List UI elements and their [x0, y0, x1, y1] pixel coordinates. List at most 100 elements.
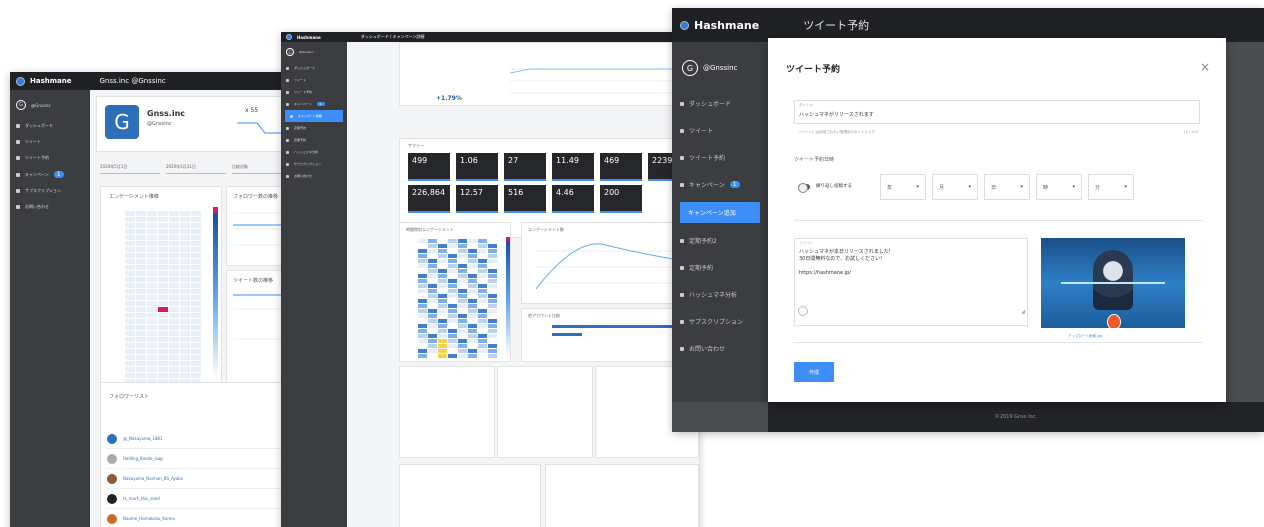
tweet-body-field[interactable]: ツイート ハッシュマネが本日リリースされました! 30日間無料なので、お試しくださ… — [794, 238, 1028, 326]
menu-bullet-icon — [680, 265, 684, 270]
sidebar-item-2[interactable]: ツイート予約 — [281, 86, 347, 98]
sidebar-item-tweet[interactable]: ツイート — [10, 134, 90, 150]
sidebar-item-campaign[interactable]: キャンペーン 1 — [10, 166, 90, 183]
comparison-bar — [552, 333, 582, 336]
heatmap-cell — [147, 331, 157, 336]
heatmap-cell — [488, 309, 497, 313]
emoji-icon[interactable] — [798, 306, 808, 316]
heatmap-cell — [448, 264, 457, 268]
campaign-badge: 1 — [729, 181, 740, 188]
heatmap-cell — [147, 265, 157, 270]
heatmap-cell — [478, 259, 487, 263]
title-field[interactable]: タイトル ハッシュマネがリリースされます — [794, 100, 1200, 124]
brand[interactable]: Hashmane — [16, 76, 71, 86]
heatmap-grid — [418, 239, 497, 358]
heatmap-cell — [180, 355, 190, 360]
start-date-input[interactable]: 2020年5月1日 — [100, 164, 160, 174]
heatmap-cell — [125, 319, 135, 324]
heatmap-cell — [488, 324, 497, 328]
heatmap-cell — [438, 269, 447, 273]
brand-name: Hashmane — [694, 18, 760, 32]
sidebar-item-3[interactable]: キャンペーン 1 — [672, 171, 768, 198]
heatmap-cell — [468, 244, 477, 248]
heatmap-cell — [438, 309, 447, 313]
heatmap-cell — [458, 354, 467, 358]
heatmap-cell — [147, 253, 157, 258]
stat-value: 516 — [508, 188, 524, 197]
sidebar-item-1[interactable]: ツイート — [281, 74, 347, 86]
sidebar-item-schedule[interactable]: ツイート予約 — [10, 150, 90, 166]
datetime-select[interactable]: 年 ▾ — [880, 174, 926, 200]
sidebar-item-subscription[interactable]: サブスクリプション — [10, 183, 90, 199]
org-switcher[interactable]: G @Gnssinc — [672, 52, 768, 90]
sidebar-item-6[interactable]: 定期予約 — [281, 134, 347, 146]
title-char-count: 15 / 100 — [1183, 130, 1198, 134]
org-switcher[interactable]: G @Gnssinc — [281, 45, 347, 62]
sidebar-item-5[interactable]: 定期予約 — [672, 254, 768, 281]
sidebar-item-4[interactable]: キャンペーン詳細 — [285, 110, 343, 122]
sidebar-item-3[interactable]: キャンペーン 1 — [281, 98, 347, 110]
sidebar-item-4[interactable]: 定期予約2 — [672, 227, 768, 254]
heatmap-cell — [428, 314, 437, 318]
repeat-toggle[interactable] — [798, 183, 810, 193]
add-campaign-button[interactable]: キャンペーン追加 — [680, 202, 760, 223]
datetime-select[interactable]: 日 ▾ — [984, 174, 1030, 200]
heatmap-colorbar — [506, 237, 510, 357]
compare-select[interactable]: 比較対象 — [232, 164, 282, 174]
image-caption[interactable]: アップロード画像.jpg — [1068, 334, 1103, 339]
heatmap-cell — [191, 265, 201, 270]
heatmap-cell — [158, 223, 168, 228]
heatmap-cell — [468, 239, 477, 243]
sidebar-item-dashboard[interactable]: ダッシュボード — [10, 118, 90, 134]
heatmap-cell — [191, 259, 201, 264]
sidebar-item-7[interactable]: ハッシュマネ分析 — [281, 146, 347, 158]
heatmap-cell — [147, 235, 157, 240]
heatmap-cell — [478, 284, 487, 288]
brand[interactable]: Hashmane — [286, 34, 321, 40]
brand[interactable]: Hashmane — [680, 19, 759, 32]
sidebar-item-2[interactable]: ツイート予約 — [672, 144, 768, 171]
heatmap-cell — [448, 339, 457, 343]
sidebar-item-0[interactable]: ダッシュボード — [672, 90, 768, 117]
heatmap-cell — [180, 283, 190, 288]
close-icon[interactable]: × — [1200, 60, 1210, 74]
sidebar-item-0[interactable]: ダッシュボード — [281, 62, 347, 74]
heatmap-cell — [147, 295, 157, 300]
delete-image-icon[interactable] — [1107, 314, 1121, 328]
heatmap-cell — [418, 324, 427, 328]
list-item[interactable]: @_Nakayama_1881 — [107, 429, 309, 449]
chevron-down-icon: ▾ — [1072, 184, 1075, 190]
sidebar-item-9[interactable]: お問い合わせ — [281, 170, 347, 182]
heatmap-cell — [468, 259, 477, 263]
sidebar-item-8[interactable]: サブスクリプション — [281, 158, 347, 170]
menu-bullet-icon — [286, 138, 289, 142]
list-item[interactable]: Naome_Hamakasu_Kanno — [107, 509, 309, 527]
sidebar-item-8[interactable]: お問い合わせ — [672, 335, 768, 362]
datetime-select[interactable]: 分 ▾ — [1088, 174, 1134, 200]
list-item[interactable]: ts_mark_this_seed — [107, 489, 309, 509]
heatmap-cell — [158, 361, 168, 366]
heatmap-cell — [428, 339, 437, 343]
kpi-card: +1.79% — [399, 42, 699, 106]
end-date-input[interactable]: 2020年5月31日 — [166, 164, 226, 174]
menu-bullet-icon — [286, 174, 289, 178]
heatmap-cell — [180, 223, 190, 228]
sidebar-item-contact[interactable]: お問い合わせ — [10, 199, 90, 215]
create-button[interactable]: 作成 — [794, 362, 834, 382]
datetime-select[interactable]: 月 ▾ — [932, 174, 978, 200]
list-item[interactable]: Nakayama_Nanhan_BS_Ayoko — [107, 469, 309, 489]
heatmap-cell — [468, 319, 477, 323]
sidebar-item-5[interactable]: 定期予約 — [281, 122, 347, 134]
resize-handle-icon[interactable]: ◢ — [1021, 309, 1025, 315]
sidebar-item-7[interactable]: サブスクリプション — [672, 308, 768, 335]
sidebar-item-6[interactable]: ハッシュマネ分析 — [672, 281, 768, 308]
heatmap-cell — [191, 307, 201, 312]
datetime-select[interactable]: 時 ▾ — [1036, 174, 1082, 200]
heatmap-cell — [438, 289, 447, 293]
heatmap-cell — [180, 325, 190, 330]
heatmap-cell — [147, 289, 157, 294]
sidebar-item-1[interactable]: ツイート — [672, 117, 768, 144]
org-switcher[interactable]: G @Gnssinc — [10, 96, 90, 118]
list-item[interactable]: Hallling_Kanda_isag — [107, 449, 309, 469]
heatmap-cell — [488, 339, 497, 343]
